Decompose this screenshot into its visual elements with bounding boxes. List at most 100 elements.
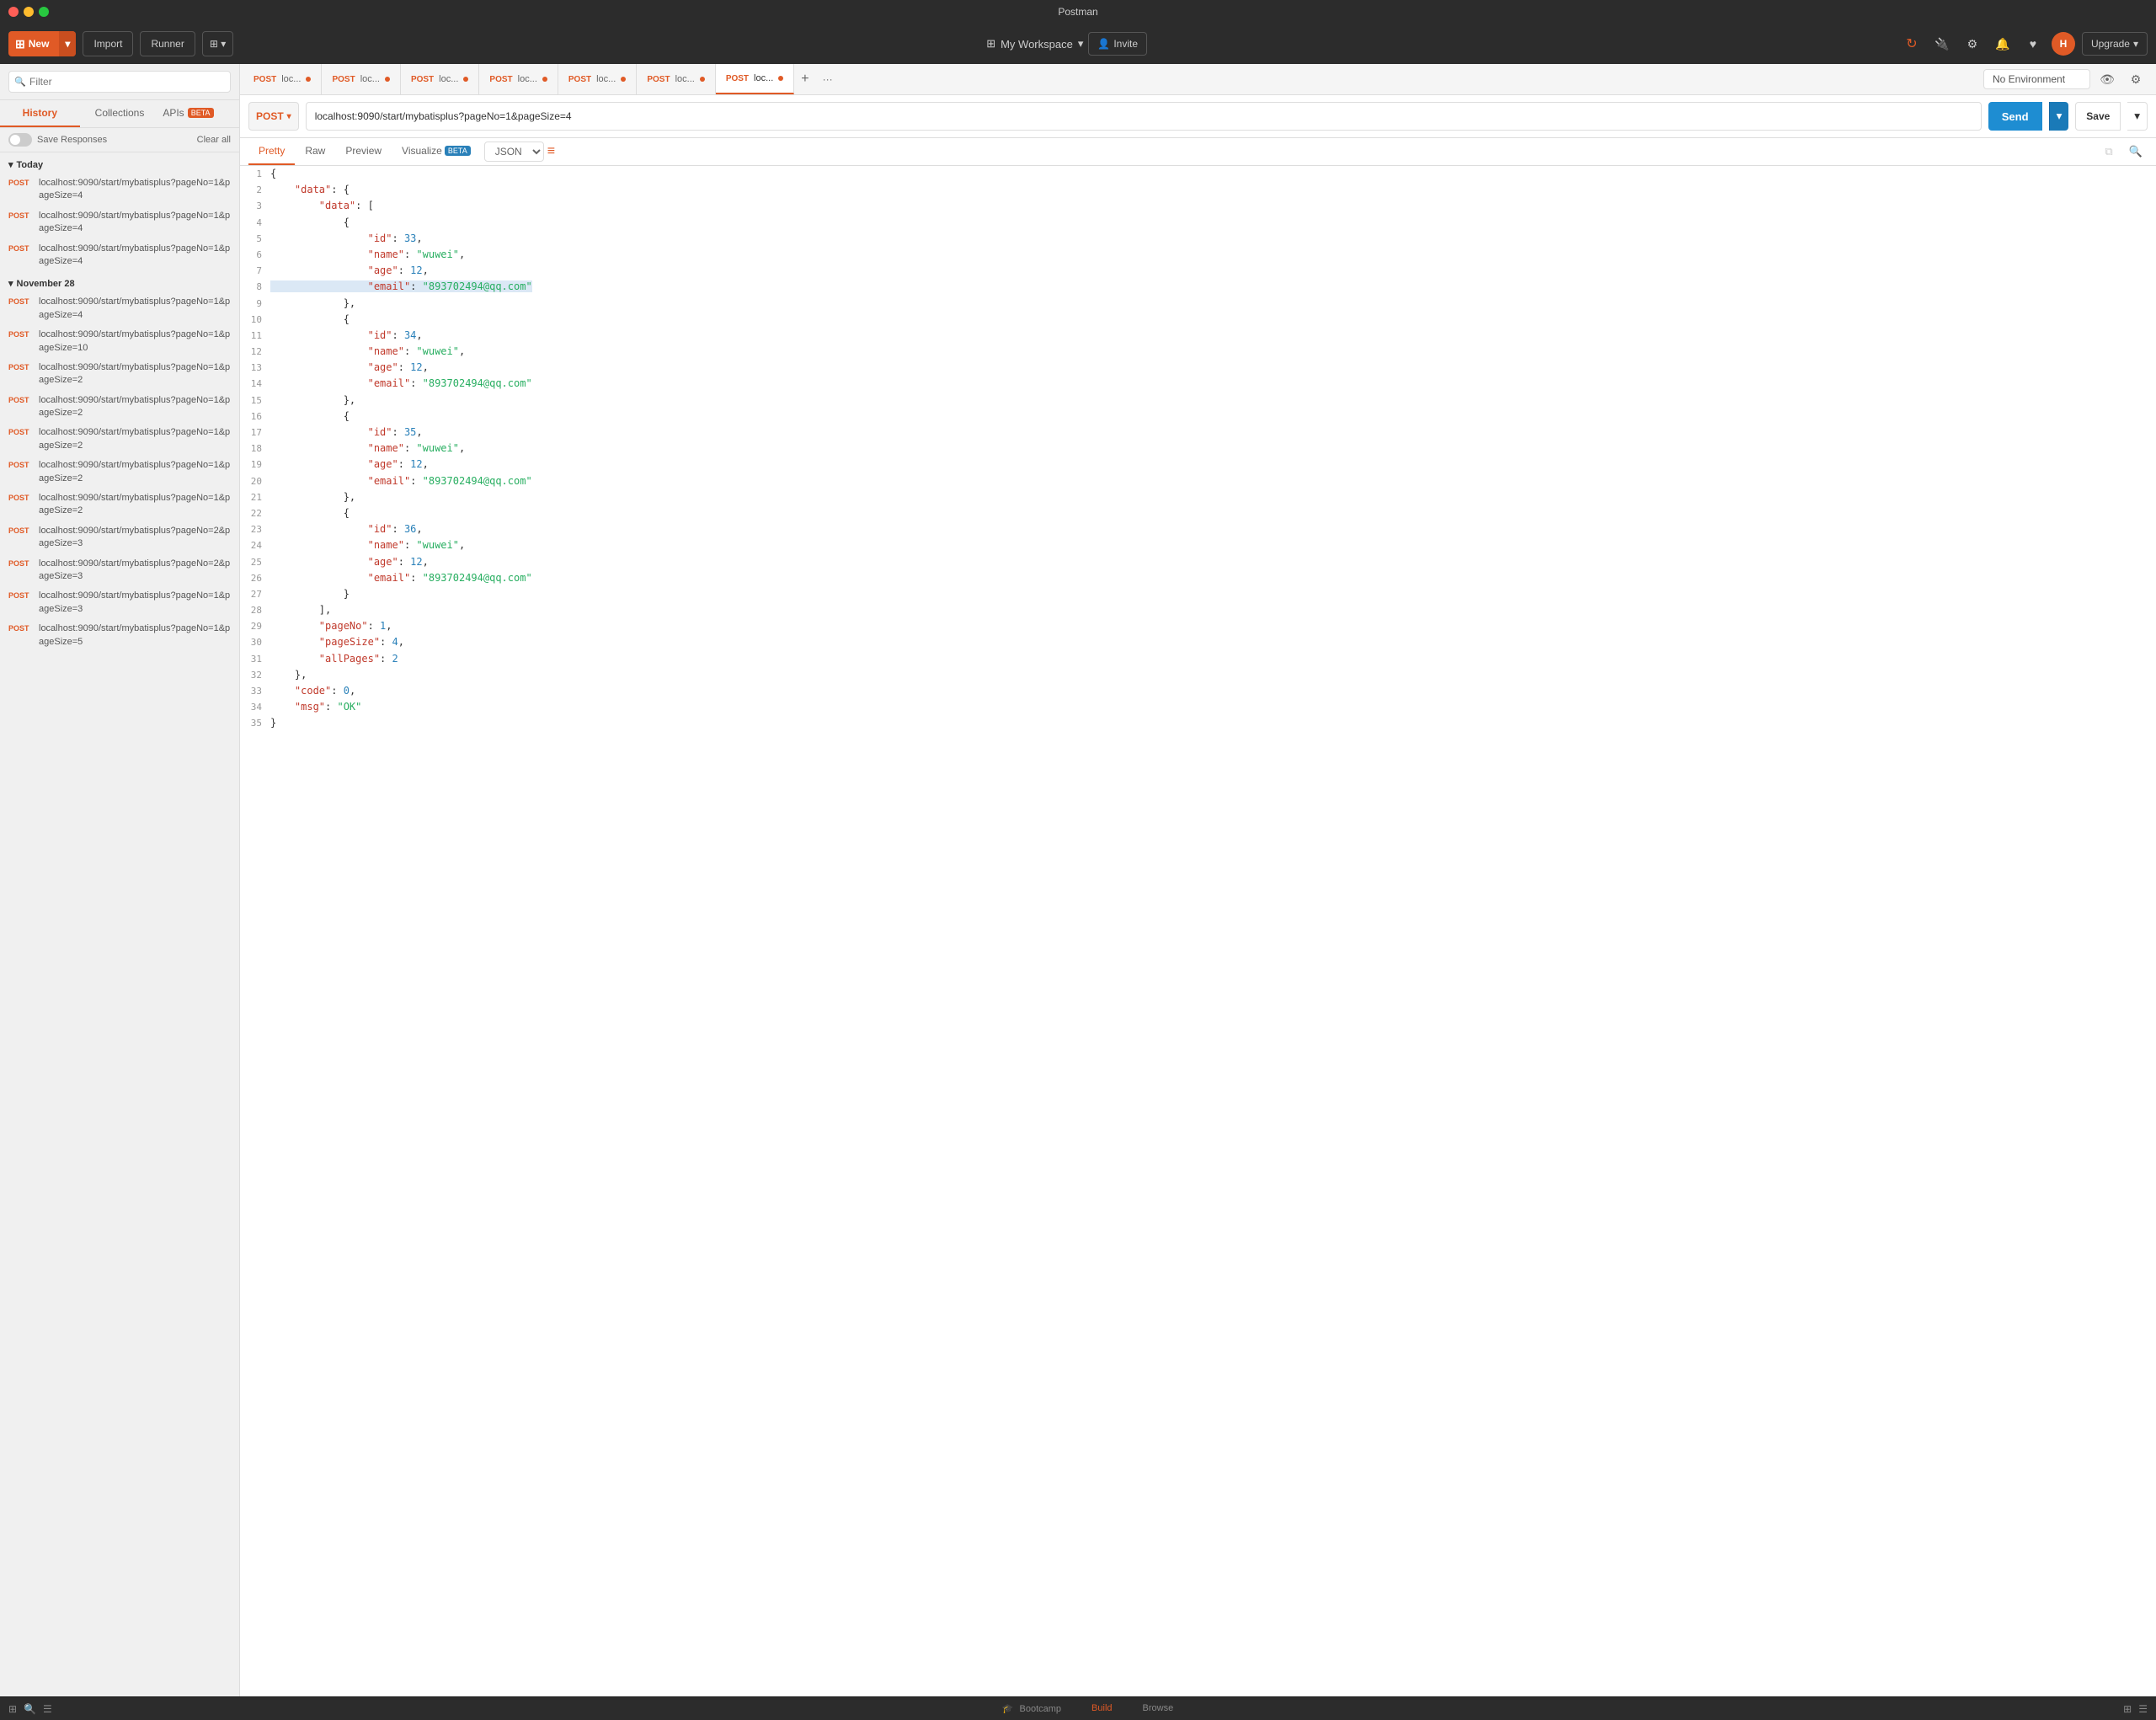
settings-button[interactable]: ⚙ xyxy=(1961,32,1984,56)
maximize-button[interactable] xyxy=(39,7,49,17)
history-url: localhost:9090/start/mybatisplus?pageNo=… xyxy=(39,210,231,236)
status-icon-right-1[interactable]: ⊞ xyxy=(2123,1703,2132,1715)
code-line: 11 "id": 34, xyxy=(240,328,2156,344)
code-line: 30 "pageSize": 4, xyxy=(240,634,2156,650)
list-item[interactable]: POST localhost:9090/start/mybatisplus?pa… xyxy=(0,391,239,424)
unsaved-dot xyxy=(306,77,311,82)
list-item[interactable]: POST localhost:9090/start/mybatisplus?pa… xyxy=(0,456,239,489)
invite-label: Invite xyxy=(1113,38,1138,50)
list-item[interactable]: POST localhost:9090/start/mybatisplus?pa… xyxy=(0,325,239,358)
build-tab[interactable]: Build xyxy=(1085,1701,1118,1716)
new-label: New xyxy=(29,38,50,50)
settings-icon-button[interactable]: ⚙ xyxy=(2124,67,2148,91)
request-tab-1[interactable]: POST loc... xyxy=(243,64,322,94)
list-item[interactable]: POST localhost:9090/start/mybatisplus?pa… xyxy=(0,239,239,272)
status-icon-right-2[interactable]: ☰ xyxy=(2138,1703,2148,1715)
line-number: 22 xyxy=(240,506,270,521)
runner-button[interactable]: Runner xyxy=(140,31,195,56)
request-tab-5[interactable]: POST loc... xyxy=(558,64,637,94)
list-item[interactable]: POST localhost:9090/start/mybatisplus?pa… xyxy=(0,292,239,325)
send-dropdown[interactable]: ▾ xyxy=(2049,102,2069,131)
send-button[interactable]: Send xyxy=(1988,102,2042,131)
history-list: ▾ Today POST localhost:9090/start/mybati… xyxy=(0,152,239,1696)
request-tab-7-active[interactable]: POST loc... xyxy=(716,64,794,94)
eye-icon-button[interactable]: 👁 xyxy=(2095,67,2119,91)
line-content: "pageNo": 1, xyxy=(270,618,2156,634)
avatar-button[interactable]: H xyxy=(2052,32,2075,56)
tab-apis[interactable]: APIs BETA xyxy=(159,100,239,127)
list-item[interactable]: POST localhost:9090/start/mybatisplus?pa… xyxy=(0,206,239,239)
bootcamp-tab[interactable]: 🎓 Bootcamp xyxy=(995,1701,1068,1716)
line-number: 24 xyxy=(240,538,270,553)
line-number: 25 xyxy=(240,555,270,570)
workspace-button[interactable]: ⊞ My Workspace ▾ xyxy=(986,37,1083,51)
line-number: 16 xyxy=(240,409,270,425)
line-number: 31 xyxy=(240,652,270,667)
filter-input[interactable] xyxy=(8,71,231,93)
list-item[interactable]: POST localhost:9090/start/mybatisplus?pa… xyxy=(0,521,239,554)
add-tab-button[interactable]: + xyxy=(794,72,815,87)
list-item[interactable]: POST localhost:9090/start/mybatisplus?pa… xyxy=(0,586,239,619)
more-tabs-button[interactable]: ··· xyxy=(816,73,840,85)
new-button[interactable]: ⊞ New ▾ xyxy=(8,31,76,56)
import-button[interactable]: Import xyxy=(83,31,133,56)
minimize-button[interactable] xyxy=(24,7,34,17)
code-line: 20 "email": "893702494@qq.com" xyxy=(240,473,2156,489)
upgrade-label: Upgrade xyxy=(2091,38,2130,50)
list-item[interactable]: POST localhost:9090/start/mybatisplus?pa… xyxy=(0,554,239,587)
tab-raw[interactable]: Raw xyxy=(295,138,335,165)
save-dropdown[interactable]: ▾ xyxy=(2127,102,2148,131)
list-item[interactable]: POST localhost:9090/start/mybatisplus?pa… xyxy=(0,174,239,206)
grid-icon: ⊞ xyxy=(986,37,995,51)
layout-button[interactable]: ⊞ ▾ xyxy=(202,31,233,56)
list-item[interactable]: POST localhost:9090/start/mybatisplus?pa… xyxy=(0,423,239,456)
copy-button[interactable]: ⧉ xyxy=(2097,140,2121,163)
code-line: 27 } xyxy=(240,586,2156,602)
close-button[interactable] xyxy=(8,7,19,17)
code-line: 15 }, xyxy=(240,393,2156,409)
list-item[interactable]: POST localhost:9090/start/mybatisplus?pa… xyxy=(0,489,239,521)
tab-method: POST xyxy=(411,75,434,84)
heart-button[interactable]: ♥ xyxy=(2021,32,2045,56)
workspace-label: My Workspace xyxy=(1001,38,1073,51)
line-content: "age": 12, xyxy=(270,263,2156,279)
save-responses-toggle[interactable] xyxy=(8,133,32,147)
upgrade-button[interactable]: Upgrade ▾ xyxy=(2082,32,2148,56)
search-response-button[interactable]: 🔍 xyxy=(2124,140,2148,163)
interceptor-button[interactable]: 🔌 xyxy=(1930,32,1954,56)
list-item[interactable]: POST localhost:9090/start/mybatisplus?pa… xyxy=(0,358,239,391)
format-select[interactable]: JSON XML HTML Text xyxy=(484,142,544,162)
status-icon-2[interactable]: 🔍 xyxy=(24,1703,36,1715)
request-tab-6[interactable]: POST loc... xyxy=(637,64,715,94)
tab-visualize[interactable]: Visualize BETA xyxy=(392,138,481,165)
line-number: 15 xyxy=(240,393,270,409)
history-url: localhost:9090/start/mybatisplus?pageNo=… xyxy=(39,459,231,485)
request-tab-3[interactable]: POST loc... xyxy=(401,64,479,94)
line-number: 33 xyxy=(240,684,270,699)
tab-history[interactable]: History xyxy=(0,100,80,127)
url-input[interactable] xyxy=(306,102,1982,131)
list-item[interactable]: POST localhost:9090/start/mybatisplus?pa… xyxy=(0,619,239,652)
browse-tab[interactable]: Browse xyxy=(1136,1701,1181,1716)
status-icon-1[interactable]: ⊞ xyxy=(8,1703,17,1715)
save-button[interactable]: Save xyxy=(2075,102,2121,131)
clear-all-button[interactable]: Clear all xyxy=(197,135,231,145)
status-icon-3[interactable]: ☰ xyxy=(43,1703,52,1715)
environment-select[interactable]: No Environment xyxy=(1983,69,2090,89)
request-tab-4[interactable]: POST loc... xyxy=(479,64,558,94)
tab-pretty[interactable]: Pretty xyxy=(248,138,295,165)
notifications-button[interactable]: 🔔 xyxy=(1991,32,2015,56)
line-content: "id": 36, xyxy=(270,521,2156,537)
tab-url: loc... xyxy=(596,74,616,84)
sidebar-tabs: History Collections APIs BETA xyxy=(0,100,239,128)
line-number: 10 xyxy=(240,312,270,328)
method-badge: POST xyxy=(8,296,34,306)
tab-preview[interactable]: Preview xyxy=(335,138,392,165)
tab-collections[interactable]: Collections xyxy=(80,100,160,127)
sync-button[interactable]: ↻ xyxy=(1900,32,1924,56)
new-dropdown-arrow[interactable]: ▾ xyxy=(59,31,76,56)
invite-button[interactable]: 👤 Invite xyxy=(1088,32,1147,56)
method-select[interactable]: POST ▾ xyxy=(248,102,299,131)
request-tab-2[interactable]: POST loc... xyxy=(322,64,400,94)
sort-icon[interactable]: ≡ xyxy=(547,144,555,159)
